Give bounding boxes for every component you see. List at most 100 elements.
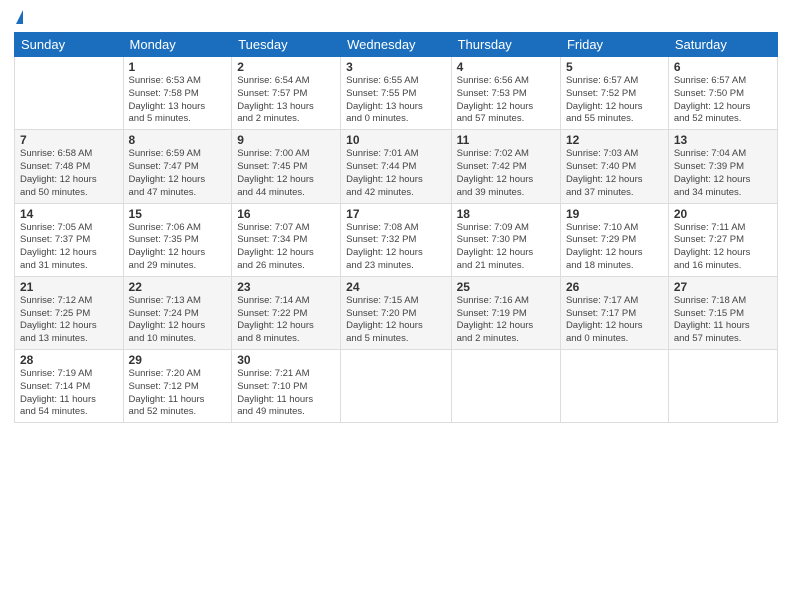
header	[14, 10, 778, 24]
day-number: 24	[346, 280, 445, 294]
day-number: 16	[237, 207, 335, 221]
day-info: Sunrise: 7:00 AM Sunset: 7:45 PM Dayligh…	[237, 148, 335, 199]
header-row: SundayMondayTuesdayWednesdayThursdayFrid…	[15, 33, 778, 57]
day-info: Sunrise: 6:57 AM Sunset: 7:52 PM Dayligh…	[566, 75, 663, 126]
day-number: 5	[566, 60, 663, 74]
day-number: 14	[20, 207, 118, 221]
day-number: 1	[129, 60, 227, 74]
day-info: Sunrise: 7:19 AM Sunset: 7:14 PM Dayligh…	[20, 368, 118, 419]
header-monday: Monday	[123, 33, 232, 57]
calendar-cell	[451, 350, 560, 423]
calendar-cell: 16Sunrise: 7:07 AM Sunset: 7:34 PM Dayli…	[232, 203, 341, 276]
calendar-cell: 4Sunrise: 6:56 AM Sunset: 7:53 PM Daylig…	[451, 57, 560, 130]
day-number: 23	[237, 280, 335, 294]
header-wednesday: Wednesday	[341, 33, 451, 57]
header-thursday: Thursday	[451, 33, 560, 57]
calendar-cell	[560, 350, 668, 423]
calendar-cell: 30Sunrise: 7:21 AM Sunset: 7:10 PM Dayli…	[232, 350, 341, 423]
week-row-4: 28Sunrise: 7:19 AM Sunset: 7:14 PM Dayli…	[15, 350, 778, 423]
day-number: 7	[20, 133, 118, 147]
calendar-cell: 14Sunrise: 7:05 AM Sunset: 7:37 PM Dayli…	[15, 203, 124, 276]
day-info: Sunrise: 7:02 AM Sunset: 7:42 PM Dayligh…	[457, 148, 555, 199]
calendar-cell: 2Sunrise: 6:54 AM Sunset: 7:57 PM Daylig…	[232, 57, 341, 130]
day-number: 2	[237, 60, 335, 74]
calendar-cell: 10Sunrise: 7:01 AM Sunset: 7:44 PM Dayli…	[341, 130, 451, 203]
week-row-3: 21Sunrise: 7:12 AM Sunset: 7:25 PM Dayli…	[15, 276, 778, 349]
day-number: 20	[674, 207, 772, 221]
logo-icon	[16, 10, 23, 24]
calendar-cell: 17Sunrise: 7:08 AM Sunset: 7:32 PM Dayli…	[341, 203, 451, 276]
calendar-cell: 28Sunrise: 7:19 AM Sunset: 7:14 PM Dayli…	[15, 350, 124, 423]
day-info: Sunrise: 7:09 AM Sunset: 7:30 PM Dayligh…	[457, 222, 555, 273]
week-row-1: 7Sunrise: 6:58 AM Sunset: 7:48 PM Daylig…	[15, 130, 778, 203]
page: SundayMondayTuesdayWednesdayThursdayFrid…	[0, 0, 792, 612]
day-number: 12	[566, 133, 663, 147]
calendar-cell: 19Sunrise: 7:10 AM Sunset: 7:29 PM Dayli…	[560, 203, 668, 276]
day-info: Sunrise: 6:53 AM Sunset: 7:58 PM Dayligh…	[129, 75, 227, 126]
day-number: 6	[674, 60, 772, 74]
day-info: Sunrise: 6:58 AM Sunset: 7:48 PM Dayligh…	[20, 148, 118, 199]
day-info: Sunrise: 7:16 AM Sunset: 7:19 PM Dayligh…	[457, 295, 555, 346]
calendar-cell: 3Sunrise: 6:55 AM Sunset: 7:55 PM Daylig…	[341, 57, 451, 130]
day-number: 30	[237, 353, 335, 367]
day-info: Sunrise: 7:10 AM Sunset: 7:29 PM Dayligh…	[566, 222, 663, 273]
day-number: 22	[129, 280, 227, 294]
day-info: Sunrise: 6:57 AM Sunset: 7:50 PM Dayligh…	[674, 75, 772, 126]
calendar-cell: 5Sunrise: 6:57 AM Sunset: 7:52 PM Daylig…	[560, 57, 668, 130]
day-number: 26	[566, 280, 663, 294]
calendar-cell	[15, 57, 124, 130]
day-info: Sunrise: 6:54 AM Sunset: 7:57 PM Dayligh…	[237, 75, 335, 126]
day-info: Sunrise: 6:55 AM Sunset: 7:55 PM Dayligh…	[346, 75, 445, 126]
day-info: Sunrise: 7:15 AM Sunset: 7:20 PM Dayligh…	[346, 295, 445, 346]
day-number: 21	[20, 280, 118, 294]
day-info: Sunrise: 6:56 AM Sunset: 7:53 PM Dayligh…	[457, 75, 555, 126]
header-friday: Friday	[560, 33, 668, 57]
day-number: 11	[457, 133, 555, 147]
day-number: 27	[674, 280, 772, 294]
calendar-cell: 22Sunrise: 7:13 AM Sunset: 7:24 PM Dayli…	[123, 276, 232, 349]
header-tuesday: Tuesday	[232, 33, 341, 57]
day-info: Sunrise: 6:59 AM Sunset: 7:47 PM Dayligh…	[129, 148, 227, 199]
day-info: Sunrise: 7:12 AM Sunset: 7:25 PM Dayligh…	[20, 295, 118, 346]
calendar-table: SundayMondayTuesdayWednesdayThursdayFrid…	[14, 32, 778, 423]
day-info: Sunrise: 7:18 AM Sunset: 7:15 PM Dayligh…	[674, 295, 772, 346]
day-number: 19	[566, 207, 663, 221]
calendar-cell: 18Sunrise: 7:09 AM Sunset: 7:30 PM Dayli…	[451, 203, 560, 276]
calendar-cell: 20Sunrise: 7:11 AM Sunset: 7:27 PM Dayli…	[668, 203, 777, 276]
day-info: Sunrise: 7:01 AM Sunset: 7:44 PM Dayligh…	[346, 148, 445, 199]
calendar-cell: 6Sunrise: 6:57 AM Sunset: 7:50 PM Daylig…	[668, 57, 777, 130]
day-number: 4	[457, 60, 555, 74]
calendar-cell: 21Sunrise: 7:12 AM Sunset: 7:25 PM Dayli…	[15, 276, 124, 349]
calendar-cell: 27Sunrise: 7:18 AM Sunset: 7:15 PM Dayli…	[668, 276, 777, 349]
day-info: Sunrise: 7:17 AM Sunset: 7:17 PM Dayligh…	[566, 295, 663, 346]
day-info: Sunrise: 7:04 AM Sunset: 7:39 PM Dayligh…	[674, 148, 772, 199]
day-number: 13	[674, 133, 772, 147]
day-number: 8	[129, 133, 227, 147]
calendar-cell: 12Sunrise: 7:03 AM Sunset: 7:40 PM Dayli…	[560, 130, 668, 203]
calendar-cell: 25Sunrise: 7:16 AM Sunset: 7:19 PM Dayli…	[451, 276, 560, 349]
calendar-cell: 15Sunrise: 7:06 AM Sunset: 7:35 PM Dayli…	[123, 203, 232, 276]
header-sunday: Sunday	[15, 33, 124, 57]
calendar-cell: 29Sunrise: 7:20 AM Sunset: 7:12 PM Dayli…	[123, 350, 232, 423]
calendar-cell: 11Sunrise: 7:02 AM Sunset: 7:42 PM Dayli…	[451, 130, 560, 203]
day-info: Sunrise: 7:03 AM Sunset: 7:40 PM Dayligh…	[566, 148, 663, 199]
day-number: 17	[346, 207, 445, 221]
day-info: Sunrise: 7:21 AM Sunset: 7:10 PM Dayligh…	[237, 368, 335, 419]
calendar-cell: 13Sunrise: 7:04 AM Sunset: 7:39 PM Dayli…	[668, 130, 777, 203]
week-row-0: 1Sunrise: 6:53 AM Sunset: 7:58 PM Daylig…	[15, 57, 778, 130]
day-info: Sunrise: 7:13 AM Sunset: 7:24 PM Dayligh…	[129, 295, 227, 346]
day-info: Sunrise: 7:07 AM Sunset: 7:34 PM Dayligh…	[237, 222, 335, 273]
day-info: Sunrise: 7:14 AM Sunset: 7:22 PM Dayligh…	[237, 295, 335, 346]
calendar-cell	[668, 350, 777, 423]
calendar-cell: 23Sunrise: 7:14 AM Sunset: 7:22 PM Dayli…	[232, 276, 341, 349]
calendar-cell: 24Sunrise: 7:15 AM Sunset: 7:20 PM Dayli…	[341, 276, 451, 349]
calendar-cell: 7Sunrise: 6:58 AM Sunset: 7:48 PM Daylig…	[15, 130, 124, 203]
day-info: Sunrise: 7:05 AM Sunset: 7:37 PM Dayligh…	[20, 222, 118, 273]
week-row-2: 14Sunrise: 7:05 AM Sunset: 7:37 PM Dayli…	[15, 203, 778, 276]
day-number: 15	[129, 207, 227, 221]
day-info: Sunrise: 7:08 AM Sunset: 7:32 PM Dayligh…	[346, 222, 445, 273]
day-number: 28	[20, 353, 118, 367]
day-info: Sunrise: 7:11 AM Sunset: 7:27 PM Dayligh…	[674, 222, 772, 273]
day-number: 10	[346, 133, 445, 147]
calendar-cell: 9Sunrise: 7:00 AM Sunset: 7:45 PM Daylig…	[232, 130, 341, 203]
